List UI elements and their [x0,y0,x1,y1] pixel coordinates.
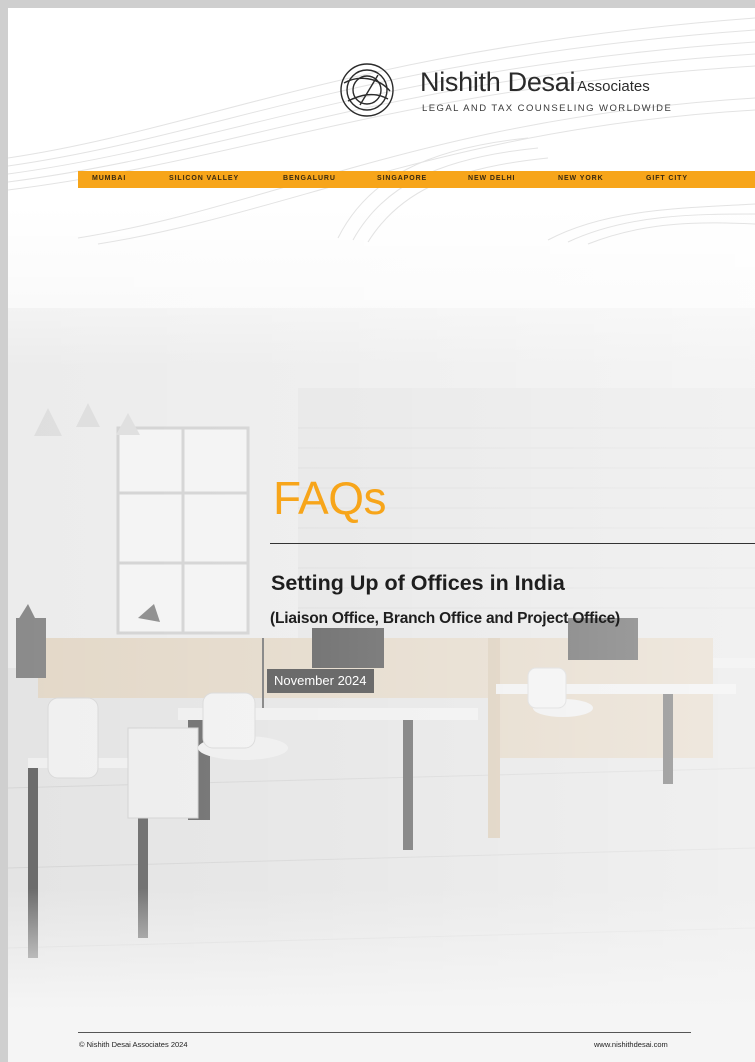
city-label: NEW YORK [558,175,604,182]
footer-fade [8,888,755,1062]
city-label: NEW DELHI [468,175,516,182]
footer-divider [78,1032,691,1033]
city-label: SILICON VALLEY [169,175,240,182]
website-link[interactable]: www.nishithdesai.com [594,1040,668,1049]
brand-name-text: Nishith Desai [420,67,576,97]
city-label: SINGAPORE [377,175,428,182]
city-label: GIFT CITY [646,175,688,182]
title-divider [270,543,755,544]
decorative-wave-lines [8,17,755,245]
brand-logo: Nishith Desai Associates LEGAL AND TAX CO… [338,61,698,123]
brand-tagline: LEGAL AND TAX COUNSELING WORLDWIDE [422,103,673,114]
document-subtitle: (Liaison Office, Branch Office and Proje… [270,610,621,627]
cover-heading: FAQs [273,472,387,524]
city-bar: MUMBAI SILICON VALLEY BENGALURU SINGAPOR… [78,171,755,188]
city-label: MUMBAI [92,175,127,182]
publication-date-badge: November 2024 [267,669,374,693]
brand-name: Nishith Desai Associates [420,67,650,102]
copyright-notice: © Nishith Desai Associates 2024 [79,1040,188,1049]
circular-swirl-logo-icon [340,63,394,117]
document-cover-page: Nishith Desai Associates LEGAL AND TAX CO… [8,8,755,1062]
brand-suffix: Associates [577,78,650,95]
city-label: BENGALURU [283,175,336,182]
document-title: Setting Up of Offices in India [271,571,565,595]
